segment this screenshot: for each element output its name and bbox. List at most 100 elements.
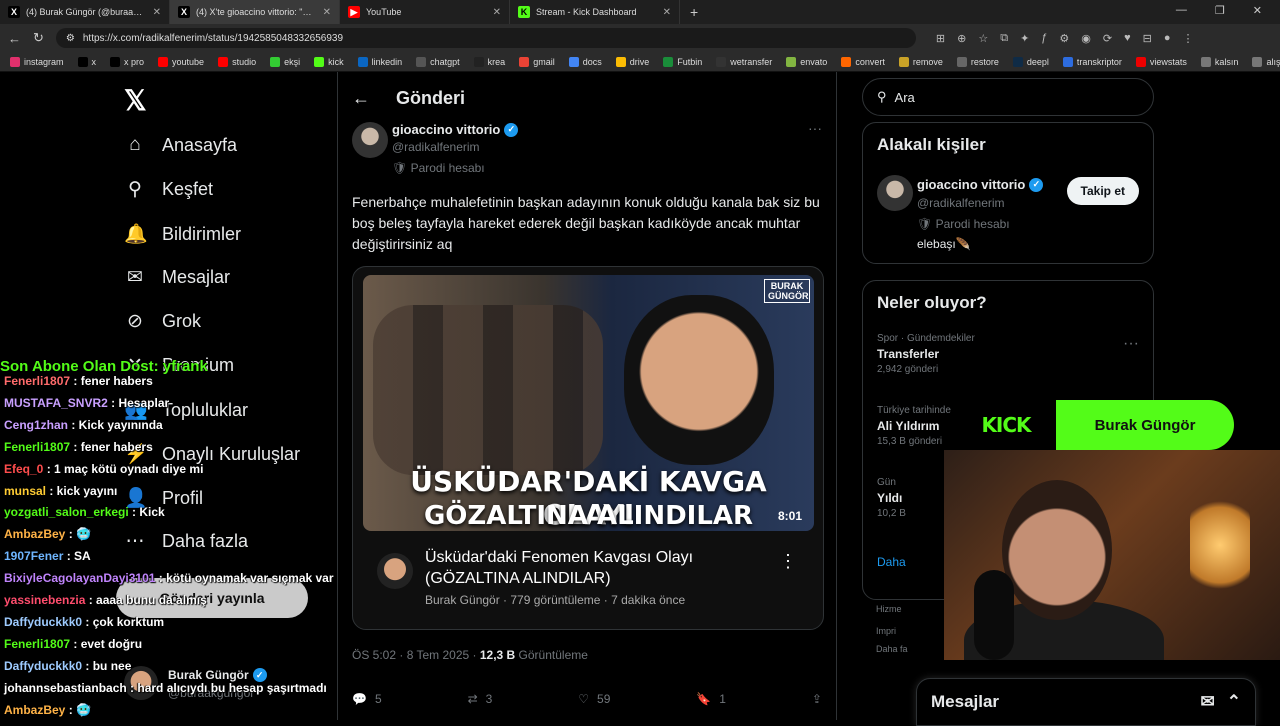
sidebar-item-mesajlar[interactable]: ✉ Mesajlar (124, 266, 230, 289)
minimize-icon[interactable]: — (1176, 4, 1187, 17)
bookmark-item[interactable]: alışveriş (1252, 56, 1280, 67)
trend-item[interactable]: Türkiye tarihinde Ali Yıldırım 15,3 B gönd… (877, 405, 951, 447)
extension-icon[interactable]: ⧉ (1000, 32, 1008, 45)
trends-title: Neler oluyor? (877, 293, 987, 312)
sidebar-item-anasayfa[interactable]: ⌂ Anasayfa (124, 134, 237, 156)
new-tab-icon[interactable]: + (680, 4, 708, 20)
post-time[interactable]: ÖS 5:02 · 8 Tem 2025 · (352, 648, 480, 662)
share-button[interactable]: ⇪ (812, 692, 822, 706)
extension-icon[interactable]: ⚙ (1059, 32, 1069, 45)
url-field[interactable]: ⚙ https://x.com/radikalfenerim/status/19… (55, 28, 916, 48)
chat-username: BixiyleCagolayanDayi3101 (4, 571, 156, 586)
search-input[interactable]: ⚲ Ara (862, 78, 1154, 116)
maximize-icon[interactable]: ❐ (1215, 4, 1225, 17)
tab-close-icon[interactable]: ✕ (323, 7, 331, 18)
video-title[interactable]: Üsküdar'daki Fenomen Kavgası Olayı (GÖZA… (425, 547, 765, 589)
bookmark-item[interactable]: youtube (158, 56, 204, 67)
extension-icon[interactable]: ◉ (1081, 32, 1091, 45)
sidebar-item-bildirimler[interactable]: 🔔 Bildirimler (124, 222, 241, 246)
messages-drawer[interactable]: Mesajlar ✉ ⌃ (916, 678, 1256, 726)
video-thumbnail[interactable]: BURAK GÜNGÖR ÜSKÜDAR'DAKİ KAVGA OLAYI GÖ… (363, 275, 814, 531)
related-name[interactable]: gioaccino vittorio ✓ (917, 177, 1044, 192)
sidebar-item-keşfet[interactable]: ⚲ Keşfet (124, 178, 213, 201)
star-icon[interactable]: ☆ (978, 32, 988, 45)
author-handle[interactable]: @radikalfenerim (392, 140, 480, 154)
x-logo-icon[interactable]: 𝕏 (124, 84, 147, 117)
new-message-icon[interactable]: ✉ (1201, 692, 1215, 712)
bookmark-item[interactable]: docs (568, 56, 602, 67)
bookmark-item[interactable]: krea (473, 56, 505, 67)
extension-icon[interactable]: ⟳ (1103, 32, 1112, 45)
browser-tab[interactable]: X (4) Burak Güngör (@buraakgung ✕ (0, 0, 170, 24)
expand-icon[interactable]: ⌃ (1227, 692, 1241, 712)
bookmark-item[interactable]: viewstats (1135, 56, 1187, 67)
close-icon[interactable]: ✕ (1253, 4, 1262, 17)
bookmark-item[interactable]: deepl (1012, 56, 1049, 67)
reload-icon[interactable]: ↻ (33, 30, 44, 46)
like-button[interactable]: ♡ 59 (578, 692, 610, 706)
related-avatar[interactable] (877, 175, 913, 211)
trend-count: 2,942 gönderi (877, 364, 939, 375)
footer-link[interactable]: Impri (876, 626, 896, 636)
menu-icon[interactable]: ⋮ (1183, 32, 1194, 45)
extension-icon[interactable]: ✦ (1020, 32, 1029, 45)
bookmark-item[interactable]: envato (786, 56, 827, 67)
site-info-icon[interactable]: ⚙ (66, 33, 75, 44)
bookmark-item[interactable]: kick (314, 56, 344, 67)
bookmark-item[interactable]: instagram (10, 56, 64, 67)
bookmark-item[interactable]: linkedin (357, 56, 402, 67)
more-options-icon[interactable]: ··· (808, 120, 822, 136)
bookmark-item[interactable]: x pro (110, 56, 144, 67)
tab-close-icon[interactable]: ✕ (663, 7, 671, 18)
footer-link[interactable]: Hizme (876, 604, 902, 614)
sidebar-item-grok[interactable]: ⊘ Grok (124, 310, 201, 333)
back-icon[interactable]: ← (8, 31, 21, 46)
translate-icon[interactable]: ⊞ (936, 32, 945, 45)
bookmark-item[interactable]: Futbin (663, 56, 702, 67)
bookmark-item[interactable]: restore (956, 56, 999, 67)
sidebar-item-daha-fazla[interactable]: ⋯ Daha fazla (124, 530, 249, 553)
trend-item[interactable]: Gün Yıldı 10,2 B (877, 477, 906, 519)
tab-close-icon[interactable]: ✕ (493, 7, 501, 18)
video-menu-icon[interactable]: ⋮ (779, 551, 797, 572)
bookmark-item[interactable]: transkriptor (1062, 56, 1122, 67)
browser-tab[interactable]: ▶ YouTube ✕ (340, 0, 510, 24)
bookmark-item[interactable]: studio (218, 56, 256, 67)
browser-tab[interactable]: K Stream - Kick Dashboard ✕ (510, 0, 680, 24)
author-name[interactable]: gioaccino vittorio ✓ (392, 122, 519, 137)
reply-button[interactable]: 💬 5 (352, 692, 382, 706)
bookmark-item[interactable]: convert (841, 56, 885, 67)
show-more-link[interactable]: Daha (877, 555, 906, 569)
footer-link[interactable]: Daha fa (876, 644, 908, 654)
bookmark-item[interactable]: drive (615, 56, 649, 67)
related-bio: elebaşı🪶 (917, 237, 971, 251)
tab-close-icon[interactable]: ✕ (153, 7, 161, 18)
bookmark-item[interactable]: remove (898, 56, 943, 67)
back-arrow-icon[interactable]: ← (352, 88, 370, 109)
bookmark-item[interactable]: chatgpt (416, 56, 460, 67)
repost-button[interactable]: ⇄ 3 (468, 692, 493, 706)
browser-tab[interactable]: X (4) X'te gioaccino vittorio: "Fenerb ✕ (170, 0, 340, 24)
extension-icon[interactable]: ♥ (1124, 32, 1131, 45)
youtube-card[interactable]: BURAK GÜNGÖR ÜSKÜDAR'DAKİ KAVGA OLAYI GÖ… (352, 266, 824, 630)
trend-item[interactable]: Spor · Gündemdekiler Transferler 2,942 gön… (877, 333, 975, 375)
bookmark-item[interactable]: x (77, 56, 96, 67)
bookmark-item[interactable]: gmail (519, 56, 555, 67)
extension-icon[interactable]: ƒ (1041, 32, 1047, 45)
bookmark-item[interactable]: wetransfer (716, 56, 772, 67)
trend-more-icon[interactable]: ··· (1123, 335, 1139, 353)
bookmark-item[interactable]: kalsın (1200, 56, 1238, 67)
window-controls[interactable]: — ❐ ✕ (1158, 0, 1280, 21)
zoom-icon[interactable]: ⊕ (957, 32, 966, 45)
author-avatar[interactable] (352, 122, 388, 158)
channel-avatar[interactable] (377, 553, 413, 589)
bookmark-item[interactable]: ekşi (270, 56, 300, 67)
tab-favicon-icon: X (8, 6, 20, 18)
follow-button[interactable]: Takip et (1066, 177, 1139, 205)
chat-message: BixiyleCagolayanDayi3101 : kötü oynamak … (4, 571, 334, 585)
chat-text: : fener habers (70, 374, 153, 388)
bookmark-button[interactable]: 🔖 1 (696, 692, 726, 706)
profile-avatar-icon[interactable]: ● (1164, 32, 1171, 45)
extension-icon[interactable]: ⊟ (1143, 32, 1152, 45)
bookmark-favicon-icon (77, 56, 88, 67)
